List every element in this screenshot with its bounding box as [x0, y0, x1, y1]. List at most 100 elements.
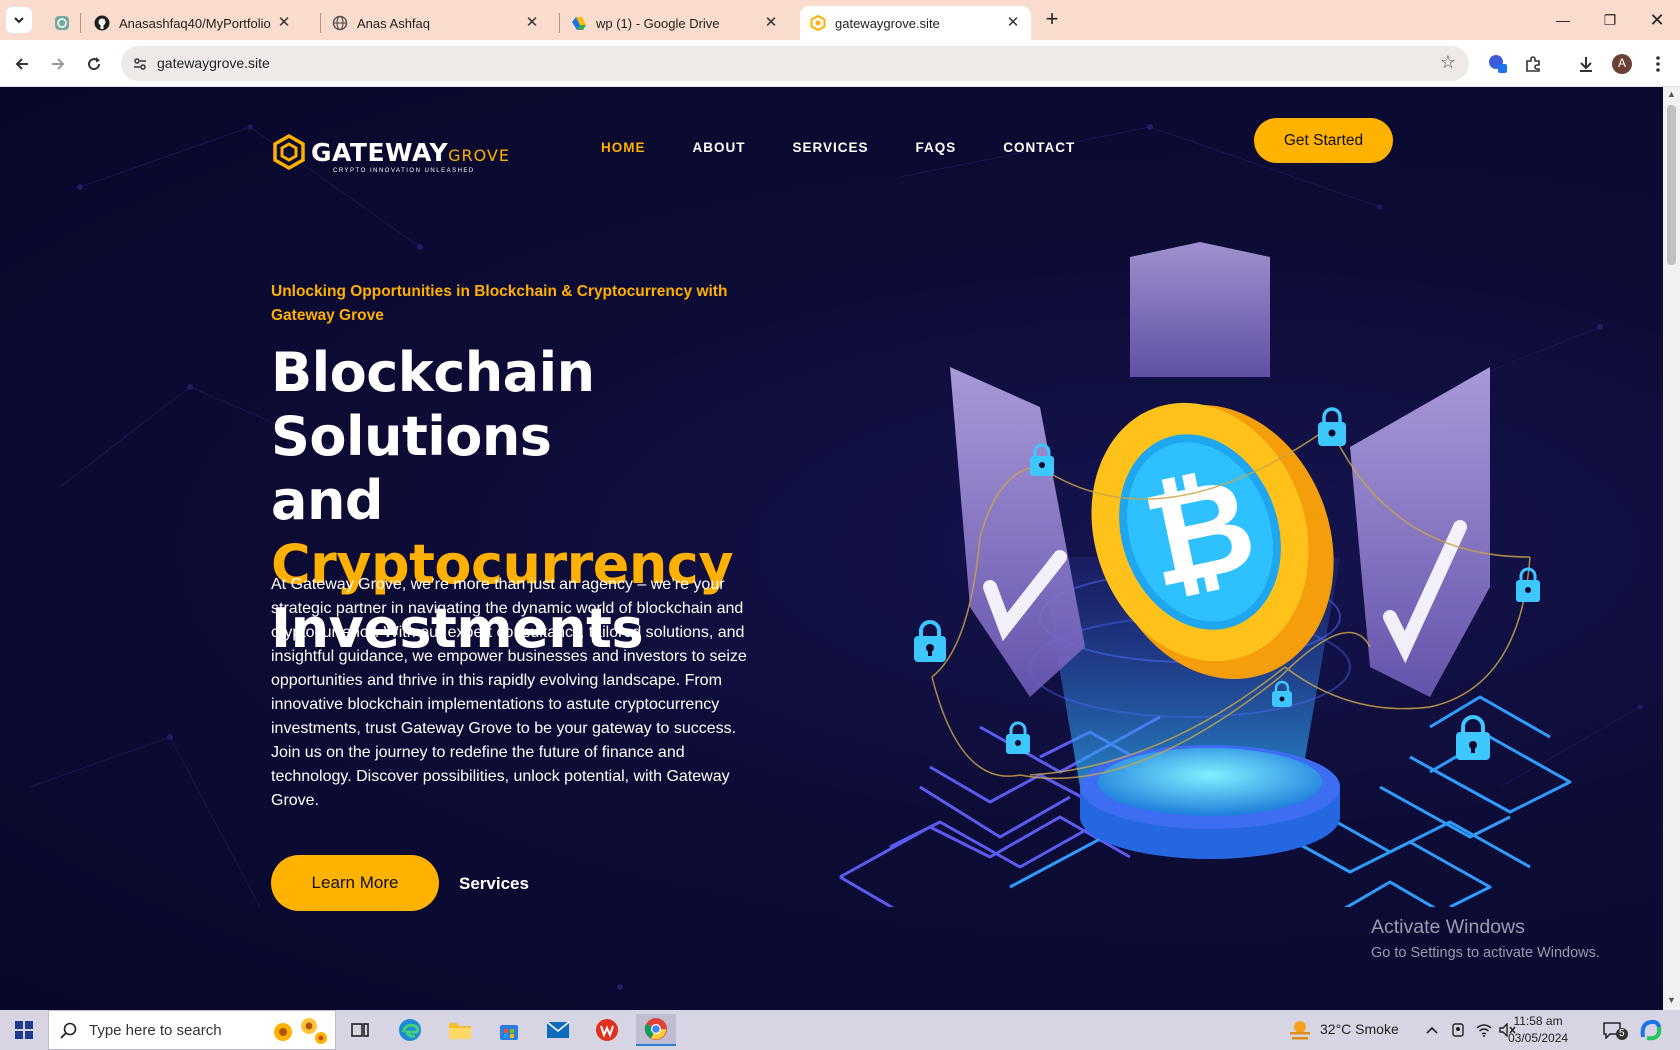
nav-services[interactable]: SERVICES: [793, 140, 869, 155]
edge-app-button[interactable]: [390, 1014, 430, 1046]
scroll-down-arrow[interactable]: ▼: [1666, 995, 1677, 1005]
watermark-title: Activate Windows: [1371, 916, 1525, 938]
microsoft-store-app-button[interactable]: [489, 1014, 529, 1046]
site-info-icon[interactable]: [129, 53, 151, 75]
hero-title-line1: Blockchain Solutions: [271, 341, 595, 468]
taskbar-search-box[interactable]: Type here to search: [48, 1010, 336, 1050]
folder-icon: [449, 1023, 471, 1039]
tab-title: Anas Ashfaq: [357, 15, 430, 31]
globe-icon: [332, 15, 348, 31]
minimize-button[interactable]: —: [1540, 6, 1586, 34]
task-view-button[interactable]: [340, 1014, 380, 1046]
profile-avatar[interactable]: A: [1609, 51, 1635, 77]
gatewaygrove-logo-icon: [273, 134, 305, 170]
windows-logo-icon: [15, 1021, 33, 1039]
edge-icon: [399, 1019, 421, 1041]
google-drive-icon: [571, 15, 587, 31]
close-icon[interactable]: ✕: [276, 15, 292, 31]
arrow-right-icon: [52, 58, 65, 70]
show-hidden-icons-button[interactable]: [1420, 1014, 1444, 1046]
windows-taskbar: Type here to search 32°C Smoke 11:58 am …: [0, 1010, 1680, 1050]
sun-haze-icon: [1290, 1021, 1310, 1040]
close-icon[interactable]: ✕: [1005, 15, 1021, 31]
wifi-icon: [1476, 1024, 1492, 1037]
reload-icon: [88, 57, 101, 71]
nav-about[interactable]: ABOUT: [693, 140, 746, 155]
notifications-button[interactable]: 5: [1598, 1014, 1628, 1046]
gatewaygrove-icon: [810, 15, 826, 31]
close-window-button[interactable]: ✕: [1634, 6, 1680, 34]
main-navigation: HOME ABOUT SERVICES FAQS CONTACT: [601, 140, 1122, 155]
nav-contact[interactable]: CONTACT: [1003, 140, 1075, 155]
browser-toolbar: gatewaygrove.site ☆ A: [0, 40, 1680, 87]
logo-main-text: GATEWAY: [311, 137, 449, 167]
clock-time: 11:58 am: [1513, 1014, 1563, 1028]
copilot-extension-icon[interactable]: [1485, 51, 1511, 77]
page-scrollbar[interactable]: ▲ ▼: [1663, 87, 1680, 1010]
tab-github[interactable]: Anasashfaq40/MyPortfolio ✕: [84, 6, 302, 40]
nav-faqs[interactable]: FAQS: [916, 140, 957, 155]
start-button[interactable]: [0, 1010, 48, 1050]
services-link[interactable]: Services: [459, 874, 529, 894]
clock-date: 03/05/2024: [1508, 1031, 1569, 1045]
task-view-icon: [351, 1023, 369, 1037]
wps-app-button[interactable]: [587, 1014, 627, 1046]
meet-now-button[interactable]: [1446, 1014, 1470, 1046]
taskbar-clock[interactable]: 11:58 am 03/05/2024: [1508, 1013, 1568, 1047]
weather-text: 32°C Smoke: [1320, 1021, 1399, 1037]
nav-home[interactable]: HOME: [601, 140, 646, 155]
more-menu-icon[interactable]: [1645, 51, 1671, 77]
close-icon[interactable]: ✕: [524, 15, 540, 31]
learn-more-button[interactable]: Learn More: [271, 855, 439, 911]
url-text[interactable]: gatewaygrove.site: [157, 55, 270, 71]
forward-button[interactable]: [44, 50, 72, 78]
chrome-app-button[interactable]: [636, 1014, 676, 1046]
store-bag-icon: [500, 1025, 518, 1040]
extensions-puzzle-icon[interactable]: [1520, 51, 1546, 77]
copilot-taskbar-button[interactable]: [1634, 1014, 1668, 1046]
logo-tagline: CRYPTO INNOVATION UNLEASHED: [333, 167, 475, 174]
tab-google-drive[interactable]: wp (1) - Google Drive ✕: [561, 6, 789, 40]
page-viewport: GATEWAYGROVE CRYPTO INNOVATION UNLEASHED…: [0, 87, 1663, 1010]
bitcoin-security-illustration: ₿: [839, 242, 1572, 907]
chevron-up-icon: [1426, 1026, 1438, 1034]
network-button[interactable]: [1472, 1014, 1496, 1046]
scroll-up-arrow[interactable]: ▲: [1666, 89, 1677, 99]
tab-search-button[interactable]: [6, 7, 32, 33]
chevron-down-icon: [14, 17, 24, 24]
reload-button[interactable]: [80, 50, 108, 78]
weather-widget[interactable]: 32°C Smoke: [1288, 1010, 1408, 1050]
logo-accent-text: GROVE: [448, 145, 510, 165]
copilot-icon: [1640, 1019, 1662, 1041]
hero-eyebrow: Unlocking Opportunities in Blockchain & …: [271, 283, 728, 324]
scrollbar-thumb[interactable]: [1667, 105, 1676, 265]
tab-title: gatewaygrove.site: [835, 15, 940, 31]
search-icon: [60, 1022, 77, 1039]
tab-title: Anasashfaq40/MyPortfolio: [119, 15, 271, 31]
tab-chatgpt[interactable]: [44, 6, 78, 40]
site-logo[interactable]: GATEWAYGROVE CRYPTO INNOVATION UNLEASHED: [271, 132, 510, 174]
new-tab-button[interactable]: +: [1041, 8, 1063, 31]
tab-gatewaygrove[interactable]: gatewaygrove.site ✕: [800, 6, 1031, 40]
wps-icon: [596, 1019, 618, 1041]
download-icon[interactable]: [1573, 51, 1599, 77]
hero-title-and: and: [271, 469, 384, 532]
address-bar[interactable]: gatewaygrove.site ☆: [121, 46, 1469, 81]
camera-icon: [1452, 1023, 1464, 1037]
mail-app-button[interactable]: [538, 1014, 578, 1046]
bookmark-star-icon[interactable]: ☆: [1437, 52, 1459, 74]
profile-initial: A: [1617, 56, 1626, 70]
flowers-decoration-icon: [274, 1018, 327, 1044]
arrow-left-icon: [15, 58, 28, 70]
search-placeholder: Type here to search: [89, 1022, 222, 1039]
github-icon: [94, 15, 110, 31]
watermark-subtitle: Go to Settings to activate Windows.: [1371, 945, 1600, 961]
chrome-icon: [644, 1018, 667, 1040]
back-button[interactable]: [8, 50, 36, 78]
tab-anas-ashfaq[interactable]: Anas Ashfaq ✕: [322, 6, 550, 40]
restore-button[interactable]: ❐: [1587, 6, 1633, 34]
close-icon[interactable]: ✕: [763, 15, 779, 31]
file-explorer-app-button[interactable]: [440, 1014, 480, 1046]
tab-title: wp (1) - Google Drive: [596, 15, 720, 31]
get-started-button[interactable]: Get Started: [1254, 118, 1393, 163]
